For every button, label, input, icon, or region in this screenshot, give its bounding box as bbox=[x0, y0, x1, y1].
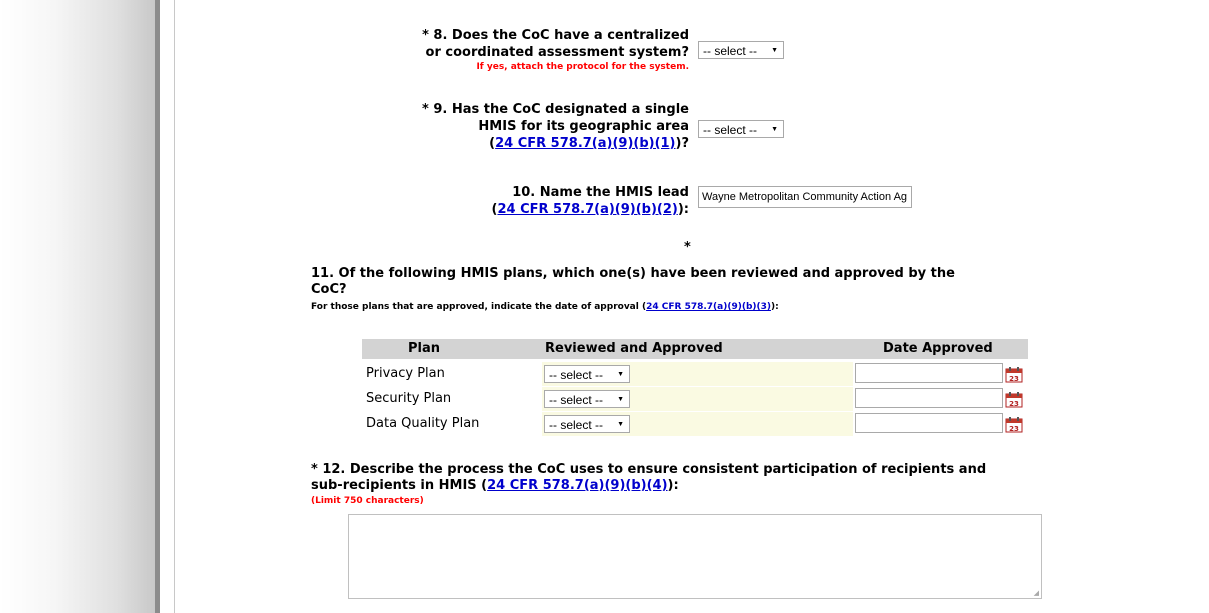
q10-label-line1: 10. Name the HMIS lead bbox=[512, 185, 689, 200]
calendar-icon[interactable]: 23 bbox=[1005, 366, 1023, 383]
chevron-down-icon: ▼ bbox=[617, 396, 624, 403]
q9-cfr-link[interactable]: 24 CFR 578.7(a)(9)(b)(1) bbox=[495, 136, 675, 151]
table-header: Plan Reviewed and Approved Date Approved bbox=[362, 339, 1028, 359]
q10-cfr-link[interactable]: 24 CFR 578.7(a)(9)(b)(2) bbox=[497, 202, 677, 217]
q12-limit-note: (Limit 750 characters) bbox=[311, 496, 424, 506]
reviewed-cell: -- select -- ▼ bbox=[542, 362, 853, 386]
calendar-icon[interactable]: 23 bbox=[1005, 391, 1023, 408]
q12-title-prefix: sub-recipients in HMIS ( bbox=[311, 478, 488, 493]
gutter-divider-line bbox=[174, 0, 175, 613]
table-row: Privacy Plan -- select -- ▼ 23 bbox=[362, 362, 1028, 386]
q12-title-suffix: ): bbox=[667, 478, 679, 493]
chevron-down-icon: ▼ bbox=[771, 126, 778, 133]
q11-title: 11. Of the following HMIS plans, which o… bbox=[311, 266, 1071, 298]
q10-label: 10. Name the HMIS lead (24 CFR 578.7(a)(… bbox=[369, 184, 690, 218]
q11-cfr-link[interactable]: 24 CFR 578.7(a)(9)(b)(3) bbox=[646, 302, 771, 312]
q11-asterisk: * bbox=[684, 240, 691, 255]
table-row: Security Plan -- select -- ▼ 23 bbox=[362, 387, 1028, 411]
plan-name: Security Plan bbox=[366, 391, 452, 406]
calendar-day: 23 bbox=[1009, 375, 1019, 383]
reviewed-cell: -- select -- ▼ bbox=[542, 412, 853, 436]
security-plan-select[interactable]: -- select -- ▼ bbox=[544, 390, 630, 408]
plan-name: Privacy Plan bbox=[366, 366, 445, 381]
select-value: -- select -- bbox=[549, 393, 603, 407]
data-quality-plan-select[interactable]: -- select -- ▼ bbox=[544, 415, 630, 433]
q8-select-value: -- select -- bbox=[703, 44, 757, 58]
q10-link-suffix: ): bbox=[677, 202, 689, 217]
q8-label-line1: * 8. Does the CoC have a centralized bbox=[422, 28, 689, 43]
q11-instruction: For those plans that are approved, indic… bbox=[311, 301, 1071, 313]
q12-title: * 12. Describe the process the CoC uses … bbox=[311, 462, 1091, 494]
q9-label: * 9. Has the CoC designated a single HMI… bbox=[369, 101, 689, 152]
q9-link-suffix: )? bbox=[675, 136, 689, 151]
q9-label-line1: * 9. Has the CoC designated a single bbox=[422, 102, 689, 117]
select-value: -- select -- bbox=[549, 418, 603, 432]
reviewed-cell: -- select -- ▼ bbox=[542, 387, 853, 411]
q12-title-line1: * 12. Describe the process the CoC uses … bbox=[311, 462, 987, 477]
data-quality-plan-date-input[interactable] bbox=[855, 413, 1003, 433]
calendar-day: 23 bbox=[1009, 425, 1019, 433]
q8-label: * 8. Does the CoC have a centralized or … bbox=[369, 27, 689, 74]
calendar-day: 23 bbox=[1009, 400, 1019, 408]
q8-select[interactable]: -- select -- ▼ bbox=[698, 41, 784, 59]
calendar-icon[interactable]: 23 bbox=[1005, 416, 1023, 433]
gutter-divider-bar bbox=[155, 0, 160, 613]
q8-note: If yes, attach the protocol for the syst… bbox=[476, 62, 689, 72]
col-header-plan: Plan bbox=[408, 341, 441, 356]
q12-description-textarea[interactable]: ◢ bbox=[348, 514, 1042, 599]
privacy-plan-select[interactable]: -- select -- ▼ bbox=[544, 365, 630, 383]
security-plan-date-input[interactable] bbox=[855, 388, 1003, 408]
q9-select-value: -- select -- bbox=[703, 123, 757, 137]
q11-instruction-suffix: ): bbox=[770, 302, 779, 312]
select-value: -- select -- bbox=[549, 368, 603, 382]
q11-title-line2: CoC? bbox=[311, 282, 347, 297]
q11-title-line1: 11. Of the following HMIS plans, which o… bbox=[311, 266, 955, 281]
plan-name: Data Quality Plan bbox=[366, 416, 480, 431]
col-header-reviewed: Reviewed and Approved bbox=[545, 341, 723, 356]
chevron-down-icon: ▼ bbox=[617, 371, 624, 378]
col-header-date: Date Approved bbox=[883, 341, 993, 356]
left-gutter bbox=[0, 0, 155, 613]
q12-title-line2: sub-recipients in HMIS (24 CFR 578.7(a)(… bbox=[311, 478, 1091, 494]
q8-label-line2: or coordinated assessment system? bbox=[425, 45, 689, 60]
hmis-lead-input[interactable]: Wayne Metropolitan Community Action Ag bbox=[698, 186, 912, 208]
q9-label-line3: (24 CFR 578.7(a)(9)(b)(1))? bbox=[369, 135, 689, 152]
q10-label-line2: (24 CFR 578.7(a)(9)(b)(2)): bbox=[369, 201, 690, 218]
table-row: Data Quality Plan -- select -- ▼ 23 bbox=[362, 412, 1028, 436]
chevron-down-icon: ▼ bbox=[771, 47, 778, 54]
chevron-down-icon: ▼ bbox=[617, 421, 624, 428]
resize-grip-icon[interactable]: ◢ bbox=[1034, 589, 1039, 597]
privacy-plan-date-input[interactable] bbox=[855, 363, 1003, 383]
q12-cfr-link[interactable]: 24 CFR 578.7(a)(9)(b)(4) bbox=[487, 478, 667, 493]
q9-label-line2: HMIS for its geographic area bbox=[478, 119, 689, 134]
q9-select[interactable]: -- select -- ▼ bbox=[698, 120, 784, 138]
q11-instruction-text: For those plans that are approved, indic… bbox=[311, 302, 647, 312]
